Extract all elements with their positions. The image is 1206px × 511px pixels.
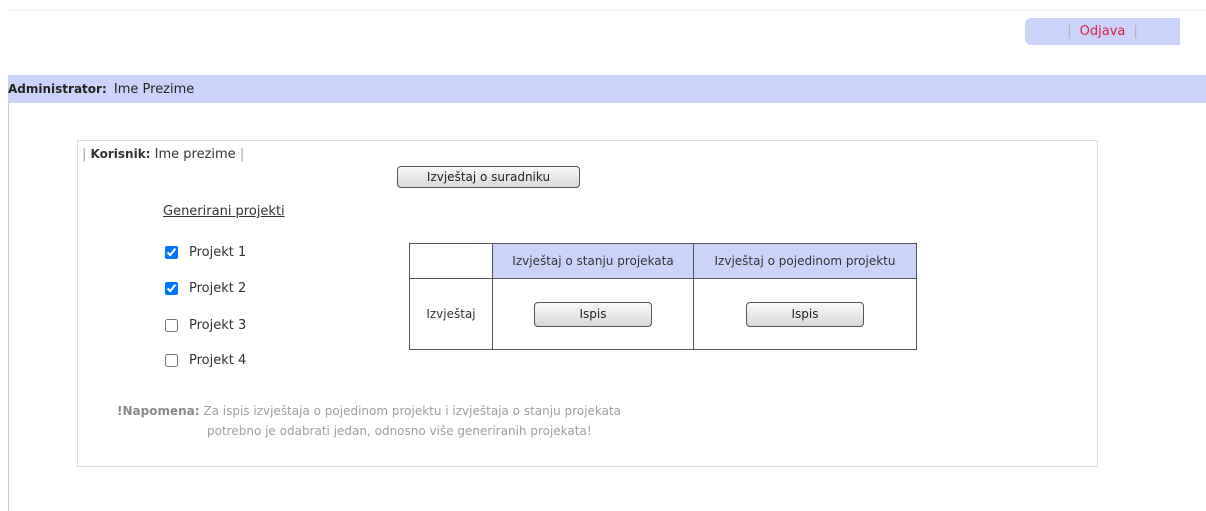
generated-projects-title: Generirani projekti — [163, 204, 285, 219]
report-table-row: Izvještaj Ispis Ispis — [409, 278, 917, 350]
project-label-3: Projekt 3 — [189, 317, 247, 333]
project-item[interactable]: Projekt 4 — [165, 352, 246, 368]
project-item[interactable]: Projekt 3 — [165, 317, 246, 333]
project-item[interactable]: Projekt 2 — [165, 280, 246, 296]
report-table-corner-cell — [409, 243, 493, 279]
report-table-header-single: Izvještaj o pojedinom projektu — [693, 243, 917, 279]
project-item[interactable]: Projekt 1 — [165, 244, 246, 260]
top-divider — [8, 10, 1206, 11]
report-table-cell-single: Ispis — [693, 278, 917, 350]
user-pipe-left: | — [82, 147, 87, 162]
admin-label: Administrator: — [8, 82, 107, 96]
project-label-1: Projekt 1 — [189, 244, 247, 260]
report-table-header-status: Izvještaj o stanju projekata — [492, 243, 694, 279]
user-line: | Korisnik: Ime prezime | — [82, 147, 244, 162]
note-line-2: potrebno je odabrati jedan, odnosno više… — [207, 424, 592, 438]
print-single-report-button[interactable]: Ispis — [746, 301, 864, 327]
admin-bar: Administrator: Ime Prezime — [8, 75, 1206, 103]
print-status-report-button[interactable]: Ispis — [534, 301, 652, 327]
logout-bar: | Odjava | — [1025, 18, 1180, 45]
page: | Odjava | Administrator: Ime Prezime | … — [0, 0, 1206, 511]
logout-pipe-right: | — [1133, 24, 1138, 39]
project-checkbox-3[interactable] — [165, 318, 178, 332]
note-label: !Napomena: — [117, 404, 200, 418]
collaborator-report-button[interactable]: Izvještaj o suradniku — [397, 166, 580, 188]
user-pipe-right: | — [239, 147, 245, 162]
note-line-1: Za ispis izvještaja o pojedinom projektu… — [203, 404, 622, 418]
user-name: Ime prezime — [154, 147, 236, 162]
project-checkbox-4[interactable] — [165, 353, 178, 367]
project-label-2: Projekt 2 — [189, 280, 247, 296]
project-checkbox-1[interactable] — [165, 245, 178, 259]
user-label: Korisnik: — [90, 147, 151, 161]
left-divider — [8, 85, 9, 511]
report-table: Izvještaj o stanju projekata Izvještaj o… — [409, 243, 917, 350]
logout-link[interactable]: Odjava — [1080, 24, 1126, 39]
project-label-4: Projekt 4 — [189, 352, 247, 368]
report-table-cell-status: Ispis — [492, 278, 694, 350]
report-table-row-label: Izvještaj — [409, 278, 493, 350]
report-table-header-row: Izvještaj o stanju projekata Izvještaj o… — [409, 243, 917, 279]
note: !Napomena: Za ispis izvještaja o pojedin… — [117, 401, 737, 441]
logout-pipe-left: | — [1067, 24, 1072, 39]
project-checkbox-2[interactable] — [165, 281, 178, 295]
admin-name: Ime Prezime — [113, 82, 195, 97]
